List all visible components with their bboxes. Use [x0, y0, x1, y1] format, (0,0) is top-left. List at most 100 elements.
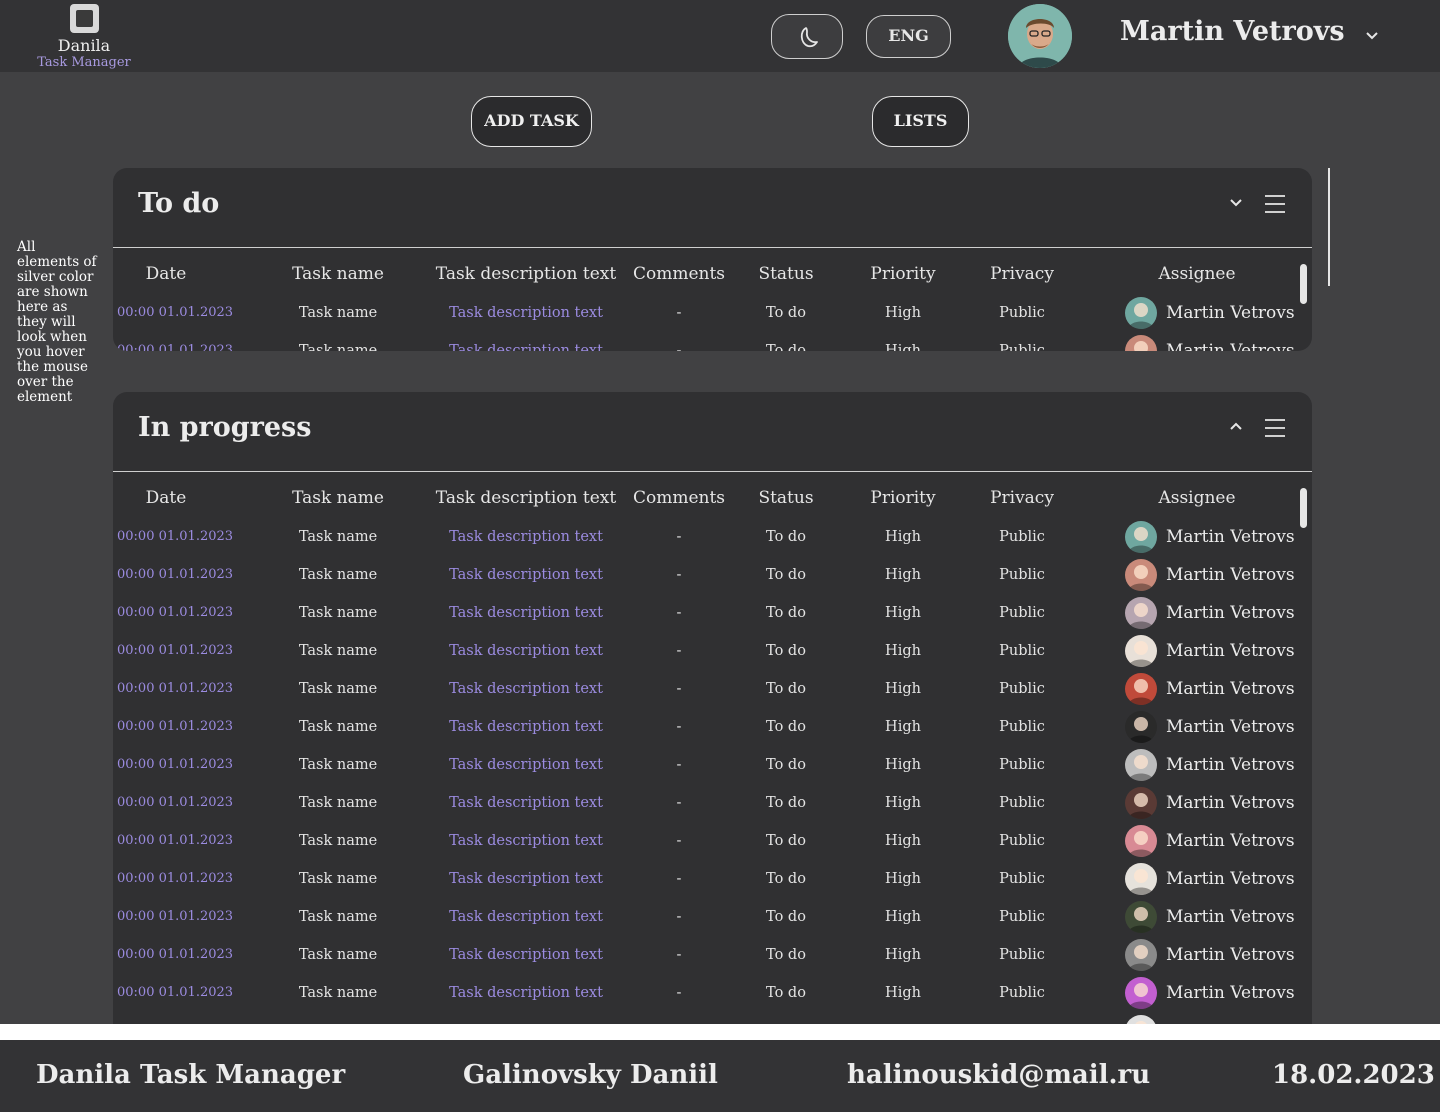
assignee-name[interactable]: Martin Vetrovs	[1166, 822, 1295, 860]
table-row[interactable]: 00:00 01.01.2023 Task name Task descriptio…	[113, 822, 1312, 860]
task-description-link[interactable]: Task description text	[449, 594, 603, 632]
app-logo[interactable]: Danila Task Manager	[36, 3, 132, 70]
menu-icon[interactable]	[1265, 418, 1285, 438]
page-scrollbar[interactable]	[1328, 168, 1330, 286]
user-name[interactable]: Martin Vetrovs	[1120, 16, 1345, 47]
column-header-assignee[interactable]: Assignee	[1158, 488, 1235, 508]
table-row[interactable]: 00:00 01.01.2023 Task name Task descriptio…	[113, 518, 1312, 556]
assignee-avatar[interactable]	[1125, 863, 1157, 895]
table-row[interactable]: 00:00 01.01.2023 Task name Task descriptio…	[113, 708, 1312, 746]
table-row[interactable]: 00:00 01.01.2023 Task name Task descriptio…	[113, 670, 1312, 708]
table-row[interactable]: 00:00 01.01.2023 Task name Task descriptio…	[113, 632, 1312, 670]
assignee-avatar[interactable]	[1125, 711, 1157, 743]
table-row[interactable]: 00:00 01.01.2023 Task name Task descriptio…	[113, 784, 1312, 822]
task-description-link[interactable]: Task description text	[449, 784, 603, 822]
column-header-comments[interactable]: Comments	[633, 264, 725, 284]
task-description-link[interactable]: Task description text	[449, 898, 603, 936]
task-description-link[interactable]: Task description text	[449, 746, 603, 784]
task-name[interactable]: Task name	[299, 784, 377, 822]
column-header-comments[interactable]: Comments	[633, 488, 725, 508]
task-description-link[interactable]: Task description text	[449, 860, 603, 898]
assignee-name[interactable]: Martin Vetrovs	[1166, 294, 1295, 332]
table-row[interactable]	[113, 1012, 1312, 1024]
language-button[interactable]: ENG	[866, 15, 951, 58]
task-name[interactable]: Task name	[299, 556, 377, 594]
assignee-avatar[interactable]	[1125, 787, 1157, 819]
task-description-link[interactable]: Task description text	[449, 556, 603, 594]
table-row[interactable]: 00:00 01.01.2023 Task name Task descriptio…	[113, 746, 1312, 784]
chevron-down-icon[interactable]	[1228, 196, 1244, 210]
task-name[interactable]: Task name	[299, 898, 377, 936]
task-description-link[interactable]: Task description text	[449, 670, 603, 708]
assignee-name[interactable]: Martin Vetrovs	[1166, 936, 1295, 974]
column-header-privacy[interactable]: Privacy	[990, 488, 1054, 508]
assignee-name[interactable]: Martin Vetrovs	[1166, 670, 1295, 708]
table-row[interactable]: 00:00 01.01.2023 Task name Task descriptio…	[113, 594, 1312, 632]
task-name[interactable]: Task name	[299, 332, 377, 351]
assignee-name[interactable]: Martin Vetrovs	[1166, 746, 1295, 784]
column-header-description[interactable]: Task description text	[436, 264, 616, 284]
chevron-down-icon[interactable]	[1364, 30, 1380, 42]
column-header-task-name[interactable]: Task name	[292, 264, 384, 284]
assignee-name[interactable]: Martin Vetrovs	[1166, 974, 1295, 1012]
assignee-name[interactable]: Martin Vetrovs	[1166, 784, 1295, 822]
table-row[interactable]: 00:00 01.01.2023 Task name Task descriptio…	[113, 332, 1312, 351]
column-header-assignee[interactable]: Assignee	[1158, 264, 1235, 284]
task-description-link[interactable]: Task description text	[449, 332, 603, 351]
chevron-up-icon[interactable]	[1228, 420, 1244, 434]
footer-email[interactable]: halinouskid@mail.ru	[847, 1060, 1150, 1090]
column-header-date[interactable]: Date	[146, 488, 187, 508]
column-header-priority[interactable]: Priority	[870, 264, 935, 284]
task-name[interactable]: Task name	[299, 860, 377, 898]
assignee-avatar[interactable]	[1125, 825, 1157, 857]
assignee-name[interactable]: Martin Vetrovs	[1166, 708, 1295, 746]
theme-toggle-button[interactable]	[771, 14, 843, 59]
task-name[interactable]: Task name	[299, 632, 377, 670]
lists-button[interactable]: LISTS	[872, 96, 969, 147]
task-name[interactable]: Task name	[299, 822, 377, 860]
assignee-name[interactable]: Martin Vetrovs	[1166, 332, 1295, 351]
table-row[interactable]: 00:00 01.01.2023 Task name Task descriptio…	[113, 974, 1312, 1012]
assignee-avatar[interactable]	[1125, 977, 1157, 1009]
add-task-button[interactable]: ADD TASK	[471, 96, 592, 147]
table-row[interactable]: 00:00 01.01.2023 Task name Task descriptio…	[113, 294, 1312, 332]
task-name[interactable]: Task name	[299, 294, 377, 332]
column-header-status[interactable]: Status	[758, 488, 813, 508]
task-description-link[interactable]: Task description text	[449, 936, 603, 974]
column-header-privacy[interactable]: Privacy	[990, 264, 1054, 284]
task-description-link[interactable]: Task description text	[449, 294, 603, 332]
column-header-status[interactable]: Status	[758, 264, 813, 284]
task-description-link[interactable]: Task description text	[449, 974, 603, 1012]
task-description-link[interactable]: Task description text	[449, 632, 603, 670]
assignee-name[interactable]: Martin Vetrovs	[1166, 594, 1295, 632]
assignee-avatar[interactable]	[1125, 297, 1157, 329]
table-row[interactable]: 00:00 01.01.2023 Task name Task descriptio…	[113, 898, 1312, 936]
assignee-avatar[interactable]	[1125, 335, 1157, 351]
task-description-link[interactable]: Task description text	[449, 822, 603, 860]
task-name[interactable]: Task name	[299, 974, 377, 1012]
assignee-name[interactable]: Martin Vetrovs	[1166, 518, 1295, 556]
assignee-avatar[interactable]	[1125, 597, 1157, 629]
menu-icon[interactable]	[1265, 194, 1285, 214]
assignee-avatar[interactable]	[1125, 939, 1157, 971]
assignee-avatar[interactable]	[1125, 635, 1157, 667]
user-avatar[interactable]	[1008, 4, 1072, 68]
assignee-name[interactable]: Martin Vetrovs	[1166, 860, 1295, 898]
assignee-name[interactable]: Martin Vetrovs	[1166, 898, 1295, 936]
assignee-avatar[interactable]	[1125, 901, 1157, 933]
task-name[interactable]: Task name	[299, 936, 377, 974]
assignee-name[interactable]: Martin Vetrovs	[1166, 556, 1295, 594]
task-name[interactable]: Task name	[299, 518, 377, 556]
task-name[interactable]: Task name	[299, 670, 377, 708]
column-header-task-name[interactable]: Task name	[292, 488, 384, 508]
assignee-avatar[interactable]	[1125, 559, 1157, 591]
table-row[interactable]: 00:00 01.01.2023 Task name Task descriptio…	[113, 936, 1312, 974]
task-name[interactable]: Task name	[299, 708, 377, 746]
table-row[interactable]: 00:00 01.01.2023 Task name Task descriptio…	[113, 860, 1312, 898]
assignee-avatar[interactable]	[1125, 673, 1157, 705]
column-header-description[interactable]: Task description text	[436, 488, 616, 508]
assignee-name[interactable]: Martin Vetrovs	[1166, 632, 1295, 670]
assignee-avatar[interactable]	[1125, 1015, 1157, 1024]
task-name[interactable]: Task name	[299, 746, 377, 784]
assignee-avatar[interactable]	[1125, 521, 1157, 553]
